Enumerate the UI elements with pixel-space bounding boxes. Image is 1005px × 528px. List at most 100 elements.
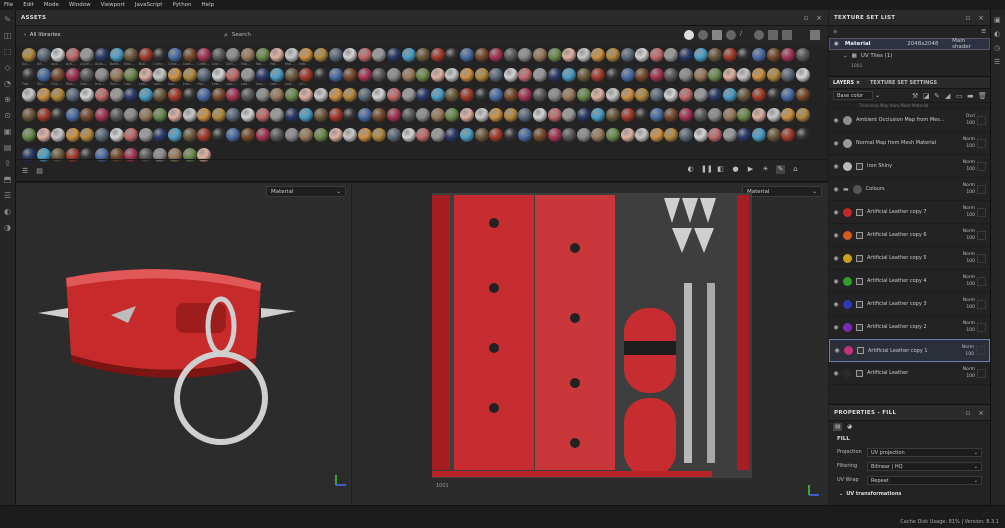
asset-thumbnail[interactable] xyxy=(460,68,474,82)
asset-thumbnail[interactable] xyxy=(95,88,109,102)
eye-icon[interactable]: ◉ xyxy=(833,29,838,35)
asset-thumbnail[interactable] xyxy=(795,88,810,102)
menu-mode[interactable]: Mode xyxy=(44,2,59,8)
sphere-tab-icon[interactable]: ◕ xyxy=(847,424,852,430)
asset-thumbnail[interactable] xyxy=(489,108,504,122)
log-icon[interactable]: ☰ xyxy=(994,58,1002,66)
asset-thumbnail[interactable] xyxy=(65,128,80,142)
asset-thumbnail[interactable] xyxy=(51,68,66,82)
asset-thumbnail[interactable] xyxy=(635,68,650,82)
asset-thumbnail[interactable] xyxy=(679,48,693,62)
bake-icon[interactable]: ▤ xyxy=(3,143,12,152)
asset-thumbnail[interactable] xyxy=(22,68,36,82)
asset-thumbnail[interactable] xyxy=(65,108,80,122)
asset-thumbnail[interactable] xyxy=(430,48,445,62)
asset-thumbnail[interactable] xyxy=(80,68,95,82)
asset-thumbnail[interactable] xyxy=(372,68,387,82)
asset-thumbnail[interactable] xyxy=(168,48,182,62)
asset-thumbnail[interactable] xyxy=(314,68,328,82)
asset-thumbnail[interactable] xyxy=(635,88,650,102)
asset-thumbnail[interactable] xyxy=(416,128,431,142)
asset-thumbnail[interactable] xyxy=(241,128,255,142)
asset-thumbnail[interactable] xyxy=(401,128,416,142)
asset-thumbnail[interactable] xyxy=(153,48,168,62)
asset-thumbnail[interactable] xyxy=(533,88,547,102)
asset-thumbnail[interactable] xyxy=(270,88,285,102)
asset-thumbnail[interactable] xyxy=(51,128,66,142)
layer-row[interactable]: ◉ ▬ Colours Norm 100 xyxy=(829,178,990,201)
asset-thumbnail[interactable] xyxy=(328,108,343,122)
undock-icon[interactable]: ▫ xyxy=(802,14,810,22)
layer-row[interactable]: ◉ Normal Map from Mesh Material Norm 100 xyxy=(829,132,990,155)
asset-thumbnail[interactable] xyxy=(314,88,328,102)
asset-thumbnail[interactable] xyxy=(138,108,153,122)
projection-icon[interactable]: ⬚ xyxy=(3,47,12,56)
asset-thumbnail[interactable] xyxy=(591,88,606,102)
layer-row[interactable]: ◉ Artificial Leather copy 3 Norm 100 xyxy=(829,293,990,316)
viewport2d-material-select[interactable]: Material ⌄ xyxy=(742,186,822,197)
asset-thumbnail[interactable] xyxy=(591,48,606,62)
asset-thumbnail[interactable] xyxy=(737,88,752,102)
asset-thumbnail[interactable] xyxy=(649,128,664,142)
asset-thumbnail[interactable] xyxy=(343,48,358,62)
asset-thumbnail[interactable] xyxy=(766,128,781,142)
filtering-select[interactable]: Bilinear | HQ ⌄ xyxy=(867,461,982,471)
asset-thumbnail[interactable] xyxy=(124,68,139,82)
asset-thumbnail[interactable] xyxy=(474,48,489,62)
layer-blend-opacity[interactable]: Norm 100 xyxy=(957,136,977,150)
uv-transformations-toggle[interactable]: ⌄ UV transformations xyxy=(829,487,990,501)
asset-thumbnail[interactable] xyxy=(766,48,781,62)
asset-thumbnail[interactable] xyxy=(708,108,723,122)
asset-thumbnail[interactable] xyxy=(80,88,95,102)
layer-row[interactable]: ◉ Artificial Leather copy 5 Norm 100 xyxy=(829,247,990,270)
asset-thumbnail[interactable] xyxy=(299,88,314,102)
asset-thumbnail[interactable] xyxy=(65,88,80,102)
asset-thumbnail[interactable] xyxy=(474,108,489,122)
asset-thumbnail[interactable] xyxy=(401,108,416,122)
smudge-icon[interactable]: ◔ xyxy=(3,79,12,88)
asset-thumbnail[interactable] xyxy=(284,128,299,142)
tab-layers[interactable]: LAYERS × xyxy=(833,80,860,86)
asset-thumbnail[interactable] xyxy=(197,48,212,62)
pause-icon[interactable]: ❚❚ xyxy=(701,165,713,174)
asset-thumbnail[interactable] xyxy=(547,88,562,102)
menu-viewport[interactable]: Viewport xyxy=(101,2,125,8)
asset-thumbnail[interactable] xyxy=(416,48,431,62)
asset-thumbnail[interactable] xyxy=(576,108,591,122)
asset-thumbnail[interactable] xyxy=(489,128,504,142)
asset-thumbnail[interactable] xyxy=(664,48,679,62)
layer-blend-opacity[interactable]: Norm 100 xyxy=(957,159,977,173)
asset-thumbnail[interactable] xyxy=(387,88,401,102)
asset-thumbnail[interactable] xyxy=(284,108,299,122)
add-paint-layer-icon[interactable]: ✎ xyxy=(934,92,942,100)
asset-thumbnail[interactable] xyxy=(708,48,723,62)
folder-icon[interactable]: ▬ xyxy=(967,92,975,100)
menu-python[interactable]: Python xyxy=(172,2,191,8)
asset-thumbnail[interactable] xyxy=(22,88,36,102)
asset-thumbnail[interactable] xyxy=(168,68,182,82)
asset-thumbnail[interactable] xyxy=(489,68,504,82)
eye-icon[interactable]: ◉ xyxy=(829,140,843,147)
layer-channel-box[interactable] xyxy=(977,184,986,194)
asset-thumbnail[interactable] xyxy=(562,88,577,102)
asset-thumbnail[interactable] xyxy=(474,88,489,102)
asset-thumbnail[interactable] xyxy=(226,128,241,142)
layer-channel-box[interactable] xyxy=(977,115,986,125)
asset-thumbnail[interactable] xyxy=(562,128,577,142)
filter-smart-materials-icon[interactable] xyxy=(698,30,708,40)
layer-blend-opacity[interactable]: Norm 100 xyxy=(957,228,977,242)
asset-thumbnail[interactable] xyxy=(503,108,518,122)
asset-thumbnail[interactable] xyxy=(255,108,270,122)
asset-thumbnail[interactable] xyxy=(708,128,723,142)
asset-thumbnail[interactable] xyxy=(460,48,474,62)
asset-thumbnail[interactable] xyxy=(211,108,226,122)
asset-thumbnail[interactable] xyxy=(533,68,547,82)
asset-thumbnail[interactable] xyxy=(679,128,693,142)
lighting-icon[interactable]: ☀ xyxy=(761,165,770,174)
screenshot-icon[interactable]: ⌂ xyxy=(791,165,800,174)
asset-thumbnail[interactable] xyxy=(547,108,562,122)
asset-thumbnail[interactable] xyxy=(22,128,36,142)
menu-edit[interactable]: Edit xyxy=(23,2,34,8)
layer-row[interactable]: ◉ Ambient Occlusion Map from Mes... Ovrl 10… xyxy=(829,109,990,132)
asset-thumbnail[interactable] xyxy=(328,48,343,62)
